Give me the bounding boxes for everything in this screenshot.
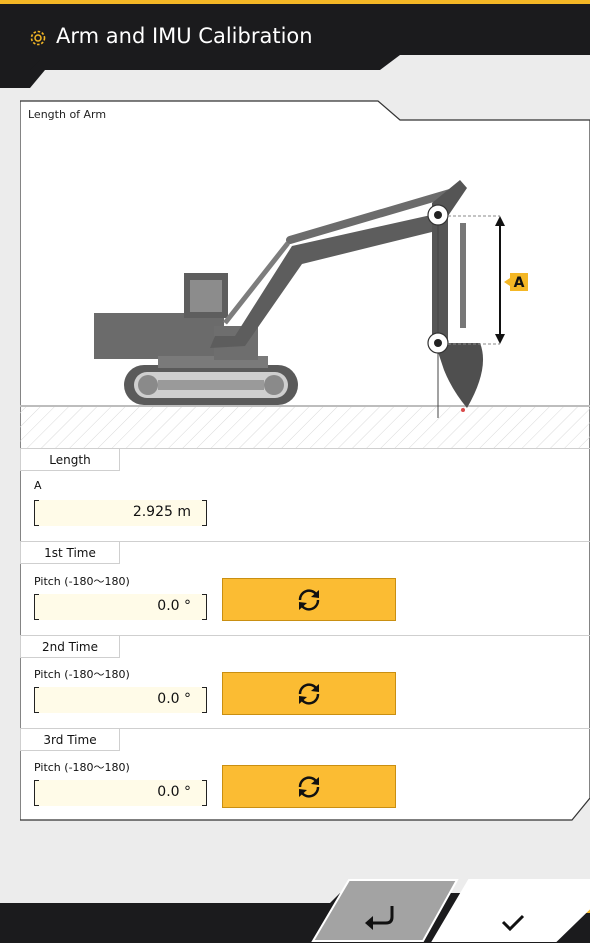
- checkmark-icon: [501, 914, 525, 932]
- boom: [210, 189, 454, 348]
- length-a-field[interactable]: 2.925 m: [34, 500, 207, 526]
- tab-1st-time: 1st Time: [20, 542, 120, 564]
- page-title: Arm and IMU Calibration: [56, 24, 313, 48]
- ground: [20, 406, 590, 448]
- calibration-panel: Length of Arm A Length A 2.925 m 1st Tim…: [20, 98, 590, 822]
- pitch-value-3: 0.0 °: [157, 784, 191, 800]
- tab-3rd-time: 3rd Time: [20, 729, 120, 751]
- title-bar: Arm and IMU Calibration: [0, 0, 590, 88]
- refresh-icon: [298, 589, 320, 610]
- return-arrow-icon: [365, 906, 394, 930]
- refresh-button-2[interactable]: [222, 672, 396, 715]
- refresh-button-1[interactable]: [222, 578, 396, 621]
- accent-line: [0, 0, 590, 4]
- pitch-field-1[interactable]: 0.0 °: [34, 594, 207, 620]
- field-label-a: A: [34, 479, 42, 492]
- bucket: [435, 343, 484, 412]
- pitch-field-2[interactable]: 0.0 °: [34, 687, 207, 713]
- refresh-icon: [298, 683, 320, 704]
- pitch-value-2: 0.0 °: [157, 691, 191, 707]
- pitch-label-2: Pitch (-180〜180): [34, 668, 130, 681]
- pitch-field-3[interactable]: 0.0 °: [34, 780, 207, 806]
- tab-2nd-time: 2nd Time: [20, 636, 120, 658]
- length-a-value: 2.925 m: [132, 504, 191, 520]
- panel-title: Length of Arm: [28, 108, 107, 121]
- pitch-value-1: 0.0 °: [157, 598, 191, 614]
- gear-icon: [30, 30, 46, 46]
- pitch-label-1: Pitch (-180〜180): [34, 575, 130, 588]
- refresh-button-3[interactable]: [222, 765, 396, 808]
- cab-body: [94, 273, 268, 368]
- excavator-diagram: A: [20, 180, 590, 448]
- refresh-icon: [298, 776, 320, 797]
- dimension-marker-label: A: [514, 275, 525, 291]
- track: [124, 365, 298, 405]
- confirm-button[interactable]: [425, 878, 590, 943]
- tab-length: Length: [20, 449, 120, 471]
- pitch-label-3: Pitch (-180〜180): [34, 761, 130, 774]
